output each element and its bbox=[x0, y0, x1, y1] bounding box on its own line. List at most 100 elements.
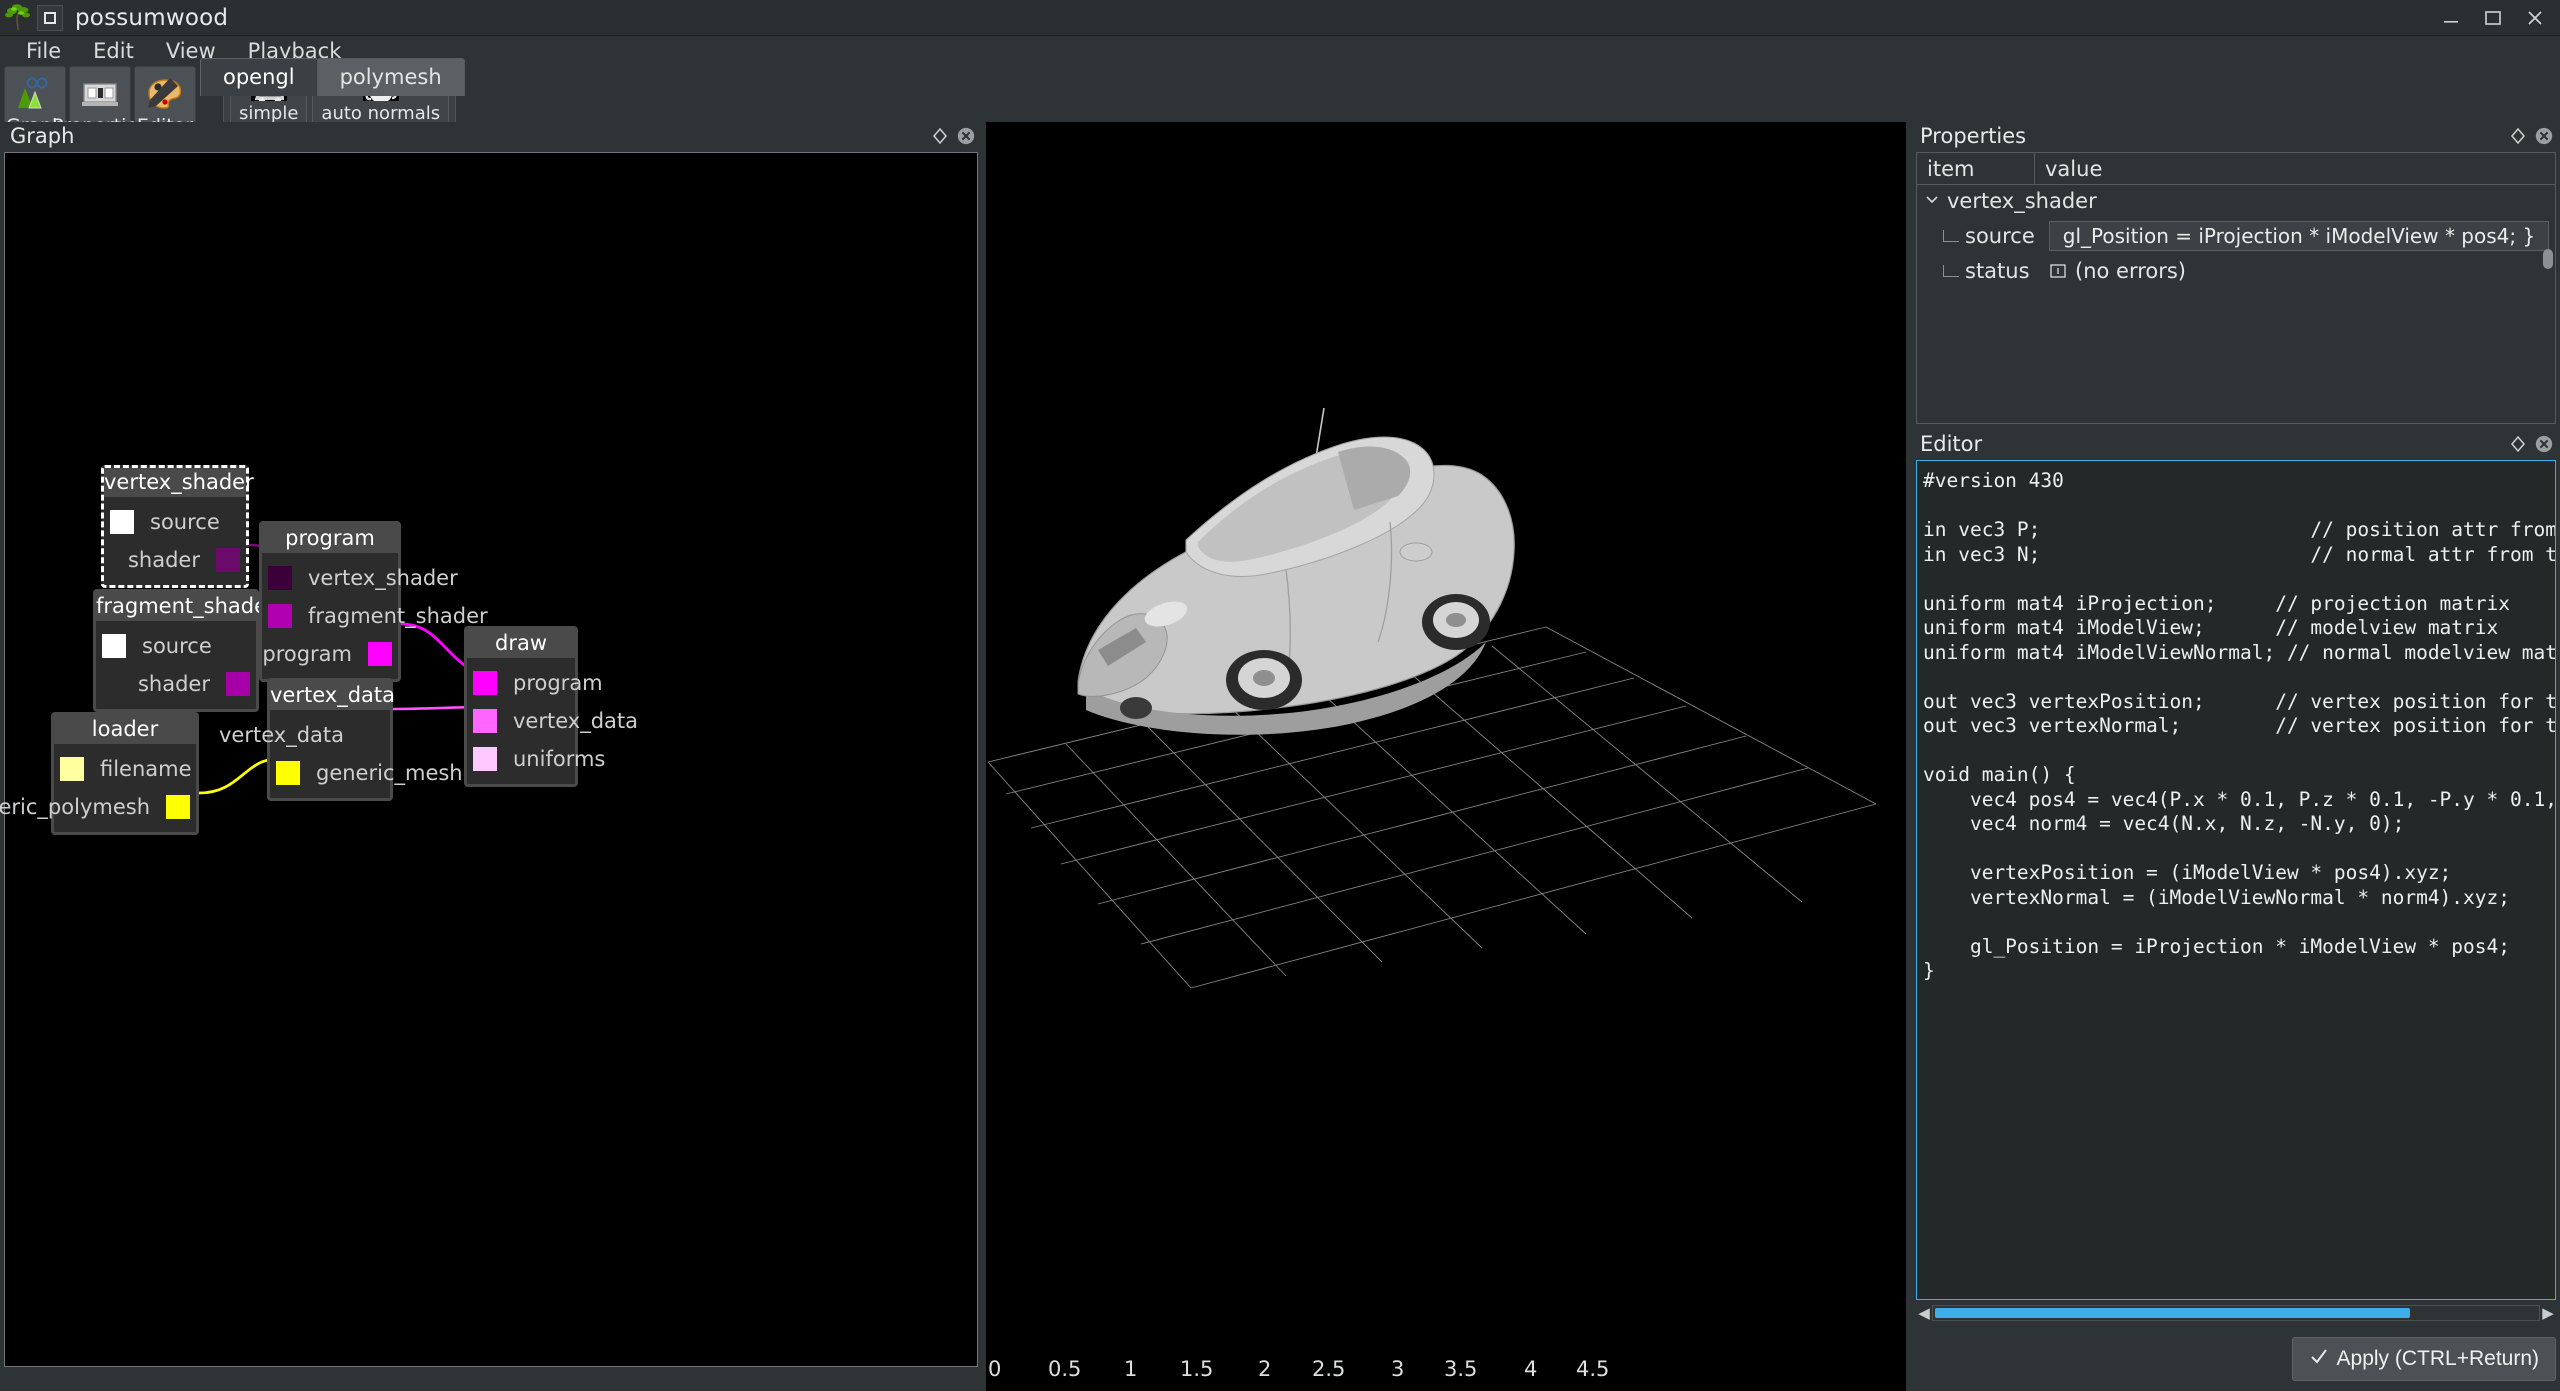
node-title: vertex_data bbox=[270, 681, 395, 711]
column-header-value[interactable]: value bbox=[2035, 153, 2112, 184]
graph-icon bbox=[15, 72, 55, 114]
axis-tick: 1 bbox=[1124, 1357, 1138, 1381]
graph-panel-title: Graph bbox=[10, 124, 75, 148]
axis-tick: 1.5 bbox=[1180, 1357, 1214, 1381]
port-label: uniforms bbox=[513, 747, 606, 772]
port-socket[interactable] bbox=[216, 548, 240, 573]
port-socket[interactable] bbox=[102, 634, 126, 659]
port-source[interactable]: source bbox=[104, 503, 246, 541]
viewport-panel[interactable]: 0 0.5 1 1.5 2 2.5 3 3.5 4 4.5 bbox=[986, 122, 1906, 1391]
scrollbar-track[interactable] bbox=[1932, 1305, 2540, 1321]
port-label: program bbox=[513, 671, 603, 696]
port-vertex-data[interactable]: vertex_data bbox=[467, 702, 638, 740]
axis-tick: 4 bbox=[1524, 1357, 1538, 1381]
tree-branch-line bbox=[1943, 265, 1959, 277]
column-header-item[interactable]: item bbox=[1917, 153, 2035, 184]
properties-table-header: item value bbox=[1917, 153, 2555, 185]
port-vertex-data[interactable]: vertex_data bbox=[219, 716, 390, 754]
node-loader[interactable]: loader filename generic_polymesh bbox=[0, 712, 199, 836]
graph-panel: Graph vertex_shader source shader fragme… bbox=[0, 122, 982, 1391]
axis-tick: 0.5 bbox=[1048, 1357, 1082, 1381]
chevron-down-icon[interactable] bbox=[1925, 192, 1943, 210]
port-source[interactable]: source bbox=[96, 627, 256, 665]
properties-row-source[interactable]: source gl_Position = iProjection * iMode… bbox=[1917, 217, 2555, 255]
port-generic-mesh[interactable]: generic_mesh bbox=[270, 754, 463, 792]
close-icon[interactable] bbox=[956, 126, 976, 146]
port-label: vertex_shader bbox=[308, 566, 458, 591]
tab-polymesh[interactable]: polymesh bbox=[316, 58, 465, 96]
tab-opengl[interactable]: opengl bbox=[200, 58, 318, 96]
node-vertex-shader[interactable]: vertex_shader source shader bbox=[101, 465, 254, 589]
chevron-right-icon[interactable]: ▶ bbox=[2540, 1304, 2556, 1322]
properties-row-status[interactable]: status (no errors) bbox=[1917, 255, 2555, 287]
port-socket[interactable] bbox=[473, 747, 497, 772]
float-icon[interactable] bbox=[2508, 126, 2528, 146]
code-text[interactable]: #version 430 in vec3 P; // position attr… bbox=[1917, 461, 2555, 984]
port-program[interactable]: program bbox=[467, 664, 603, 702]
properties-row-group[interactable]: vertex_shader bbox=[1917, 185, 2555, 217]
float-icon[interactable] bbox=[930, 126, 950, 146]
port-uniforms[interactable]: uniforms bbox=[467, 740, 605, 778]
viewport-canvas[interactable]: 0 0.5 1 1.5 2 2.5 3 3.5 4 4.5 bbox=[986, 122, 1906, 1391]
check-icon bbox=[2309, 1346, 2329, 1372]
node-title: fragment_shader bbox=[96, 592, 276, 622]
window-app-icon bbox=[37, 4, 63, 31]
editor-horizontal-scrollbar[interactable]: ◀ ▶ bbox=[1916, 1302, 2556, 1324]
port-label: filename bbox=[100, 757, 192, 782]
graph-panel-header: Graph bbox=[0, 122, 982, 150]
port-socket[interactable] bbox=[226, 672, 250, 697]
scrollbar-thumb[interactable] bbox=[1935, 1308, 2410, 1318]
close-icon[interactable] bbox=[2534, 126, 2554, 146]
axis-tick: 2 bbox=[1258, 1357, 1272, 1381]
port-socket[interactable] bbox=[110, 510, 134, 535]
editor-panel-title: Editor bbox=[1920, 432, 1983, 456]
minimize-icon[interactable] bbox=[2440, 7, 2462, 29]
port-filename[interactable]: filename bbox=[54, 750, 196, 788]
node-title: draw bbox=[467, 629, 575, 659]
close-icon[interactable] bbox=[2534, 434, 2554, 454]
node-program[interactable]: program vertex_shader fragment_shader pr… bbox=[259, 521, 488, 683]
port-socket[interactable] bbox=[473, 709, 497, 734]
menu-file[interactable]: File bbox=[10, 36, 77, 66]
properties-panel-title: Properties bbox=[1920, 124, 2027, 148]
port-socket[interactable] bbox=[166, 795, 190, 820]
menu-edit[interactable]: Edit bbox=[77, 36, 150, 66]
port-socket[interactable] bbox=[268, 566, 292, 591]
tab-bar: opengl polymesh bbox=[200, 58, 465, 96]
close-icon[interactable] bbox=[2524, 7, 2546, 29]
properties-key: vertex_shader bbox=[1947, 189, 2097, 213]
chevron-left-icon[interactable]: ◀ bbox=[1916, 1304, 1932, 1322]
port-socket[interactable] bbox=[368, 642, 392, 667]
editor-action-row: Apply (CTRL+Return) bbox=[1916, 1334, 2556, 1384]
node-fragment-shader[interactable]: fragment_shader source shader bbox=[93, 589, 276, 713]
node-draw[interactable]: draw program vertex_data uniforms bbox=[464, 626, 638, 788]
port-program[interactable]: program bbox=[262, 635, 398, 673]
viewport-axis: 0 0.5 1 1.5 2 2.5 3 3.5 4 4.5 bbox=[986, 1335, 1906, 1391]
tree-branch-line bbox=[1943, 230, 1959, 242]
properties-key: source bbox=[1965, 224, 2035, 248]
properties-table[interactable]: item value vertex_shader source gl_Posit… bbox=[1916, 152, 2556, 424]
port-socket[interactable] bbox=[473, 671, 497, 696]
port-label: fragment_shader bbox=[308, 604, 488, 629]
port-generic-polymesh[interactable]: generic_polymesh bbox=[0, 788, 196, 826]
code-editor[interactable]: #version 430 in vec3 P; // position attr… bbox=[1916, 460, 2556, 1300]
port-shader[interactable]: shader bbox=[96, 665, 256, 703]
port-vertex-shader[interactable]: vertex_shader bbox=[262, 559, 458, 597]
apply-button[interactable]: Apply (CTRL+Return) bbox=[2291, 1337, 2556, 1381]
properties-value-source[interactable]: gl_Position = iProjection * iModelView *… bbox=[2049, 221, 2549, 251]
float-icon[interactable] bbox=[2508, 434, 2528, 454]
port-socket[interactable] bbox=[276, 761, 300, 786]
node-title: loader bbox=[54, 715, 196, 745]
node-ports: program vertex_data uniforms bbox=[467, 658, 638, 784]
title-bar: possumwood bbox=[0, 0, 2560, 36]
port-shader[interactable]: shader bbox=[104, 541, 246, 579]
port-socket[interactable] bbox=[60, 757, 84, 782]
properties-scroll-indicator[interactable] bbox=[2543, 249, 2553, 269]
graph-canvas[interactable]: vertex_shader source shader fragment_sha… bbox=[0, 152, 978, 1367]
port-fragment-shader[interactable]: fragment_shader bbox=[262, 597, 488, 635]
port-label: shader bbox=[127, 548, 200, 573]
port-socket[interactable] bbox=[268, 604, 292, 629]
node-vertex-data[interactable]: vertex_data vertex_data generic_mesh bbox=[219, 678, 463, 802]
properties-panel: Properties item value vertex_shader sour… bbox=[1910, 122, 2560, 430]
maximize-icon[interactable] bbox=[2482, 7, 2504, 29]
